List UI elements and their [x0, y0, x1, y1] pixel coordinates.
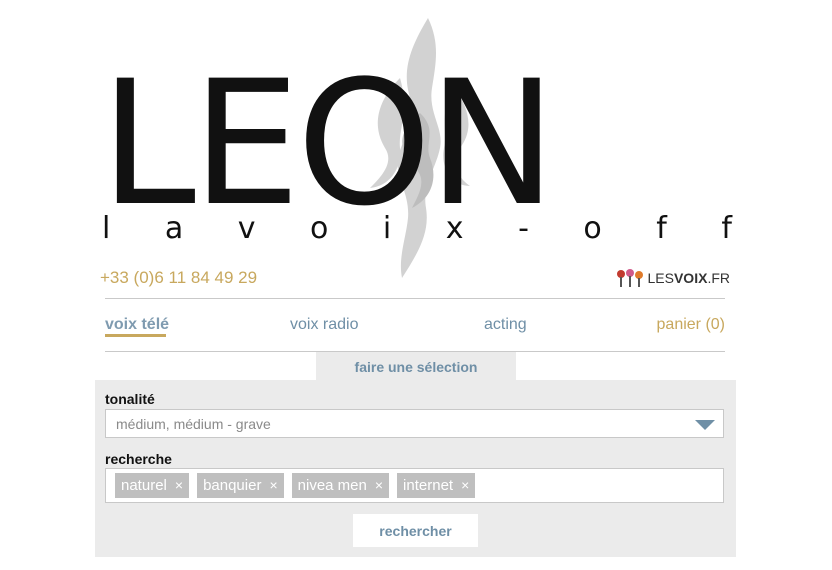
nav-acting[interactable]: acting	[484, 316, 527, 334]
tagline-letter: v	[237, 211, 256, 246]
remove-tag-icon[interactable]: ×	[175, 473, 183, 498]
lesvoix-mic-icon	[616, 269, 643, 287]
tonalite-selected-value: médium, médium - grave	[116, 416, 271, 432]
tagline-letter: l	[102, 211, 111, 246]
logo[interactable]: LEON l a v o i x - o f f	[0, 0, 832, 278]
tagline-letter: x	[445, 211, 464, 246]
remove-tag-icon[interactable]: ×	[269, 473, 277, 498]
tonalite-label: tonalité	[105, 391, 155, 407]
search-tag: internet ×	[397, 473, 476, 498]
rechercher-button[interactable]: rechercher	[353, 514, 478, 547]
lesvoix-bold: VOIX	[673, 270, 708, 286]
recherche-label: recherche	[105, 451, 172, 467]
dropdown-caret-icon[interactable]	[695, 420, 715, 430]
logo-tagline: l a v o i x - o f f	[102, 212, 732, 246]
main-nav: voix télé voix radio acting panier (0)	[105, 312, 725, 342]
remove-tag-icon[interactable]: ×	[461, 473, 469, 498]
recherche-tag-input[interactable]: naturel × banquier × nivea men × interne…	[105, 468, 724, 503]
tag-label: internet	[403, 477, 454, 494]
logo-wordmark: LEON	[100, 43, 557, 244]
tag-label: banquier	[203, 477, 262, 494]
nav-panier[interactable]: panier (0)	[657, 316, 725, 334]
phone-number[interactable]: +33 (0)6 11 84 49 29	[100, 268, 257, 288]
selection-tab[interactable]: faire une sélection	[316, 352, 516, 381]
tagline-letter: f	[721, 211, 732, 246]
tagline-letter: o	[583, 211, 602, 246]
tag-label: nivea men	[297, 477, 367, 494]
search-tag: naturel ×	[115, 473, 190, 498]
lesvoix-suffix: .FR	[707, 270, 730, 286]
divider	[105, 298, 725, 299]
tagline-letter: a	[164, 211, 184, 246]
nav-voix-radio[interactable]: voix radio	[290, 316, 358, 334]
selection-panel: tonalité médium, médium - grave recherch…	[95, 380, 736, 557]
active-nav-underline	[105, 334, 166, 337]
nav-voix-tele[interactable]: voix télé	[105, 316, 169, 334]
lesvoix-logo-link[interactable]: LES VOIX .FR	[616, 269, 730, 287]
tagline-letter: o	[310, 211, 329, 246]
tagline-letter: f	[656, 211, 667, 246]
tagline-letter: -	[518, 211, 529, 246]
lesvoix-prefix: LES	[647, 270, 674, 286]
search-tag: banquier ×	[197, 473, 284, 498]
remove-tag-icon[interactable]: ×	[375, 473, 383, 498]
search-tag: nivea men ×	[291, 473, 390, 498]
tonalite-select[interactable]: médium, médium - grave	[105, 409, 724, 438]
tagline-letter: i	[382, 211, 392, 246]
tag-label: naturel	[121, 477, 167, 494]
